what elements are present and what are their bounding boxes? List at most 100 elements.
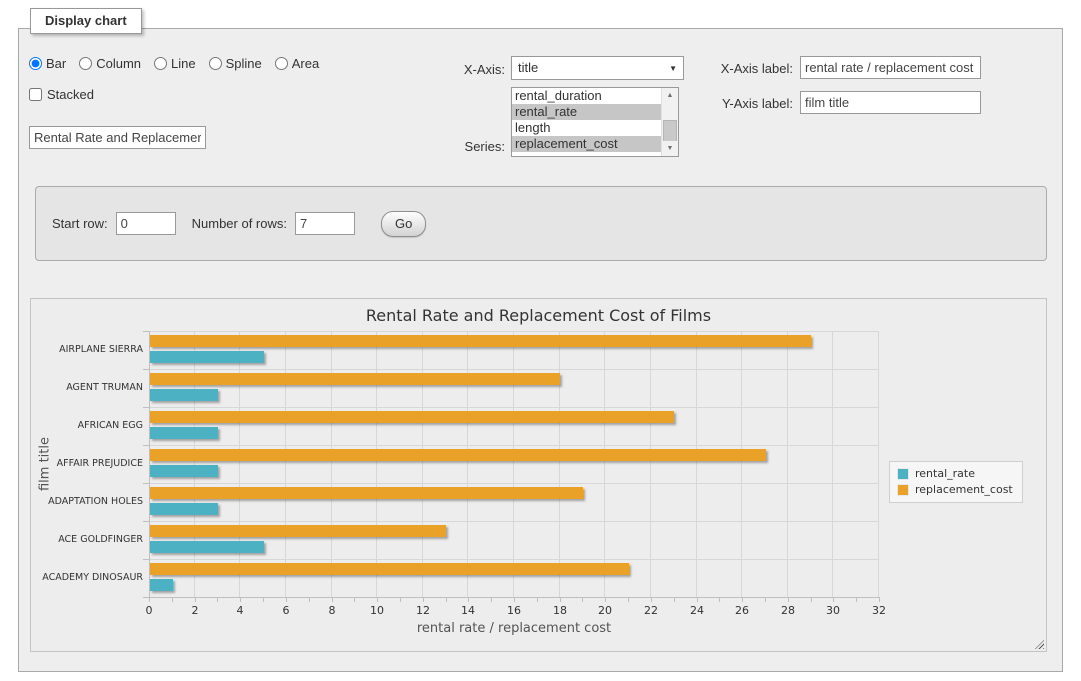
x-axis-minor-tick <box>286 598 287 602</box>
replacement_cost-bar-airplane-sierra[interactable] <box>150 335 811 347</box>
chart-type-radio-bar[interactable] <box>29 57 42 70</box>
replacement_cost-bar-adaptation-holes[interactable] <box>150 487 583 499</box>
x-axis-label-text: X-Axis: <box>455 62 505 77</box>
series-option-rental_duration[interactable]: rental_duration <box>512 88 661 104</box>
gridline-x-28 <box>787 331 788 597</box>
rental_rate-bar-affair-prejudice[interactable] <box>150 465 218 477</box>
replacement_cost-bar-agent-truman[interactable] <box>150 373 560 385</box>
num-rows-label: Number of rows: <box>192 216 287 231</box>
series-label-text: Series: <box>455 139 505 154</box>
replacement_cost-bar-affair-prejudice[interactable] <box>150 449 766 461</box>
y-axis-label-input[interactable] <box>800 91 981 114</box>
panel-title-tab: Display chart <box>30 8 142 34</box>
rental_rate-bar-airplane-sierra[interactable] <box>150 351 264 363</box>
x-axis-minor-tick <box>491 598 492 602</box>
gridline-row-4 <box>149 483 879 484</box>
x-axis-minor-tick <box>514 598 515 602</box>
chart-type-option-area[interactable]: Area <box>275 56 319 71</box>
x-axis-minor-tick <box>788 598 789 602</box>
legend-item-replacement_cost[interactable]: replacement_cost <box>897 483 1013 496</box>
start-row-label: Start row: <box>52 216 108 231</box>
x-tick-label-26: 26 <box>735 604 749 617</box>
chart-type-label-spline: Spline <box>226 56 262 71</box>
scroll-down-icon[interactable]: ▼ <box>662 141 678 156</box>
start-row-input[interactable] <box>116 212 176 235</box>
resize-handle-icon[interactable] <box>1035 640 1044 649</box>
legend-item-rental_rate[interactable]: rental_rate <box>897 467 1013 480</box>
x-axis-minor-tick <box>423 598 424 602</box>
replacement_cost-bar-ace-goldfinger[interactable] <box>150 525 446 537</box>
gridline-x-22 <box>650 331 651 597</box>
chart-type-option-bar[interactable]: Bar <box>29 56 66 71</box>
legend-label-rental_rate: rental_rate <box>915 467 975 480</box>
rows-panel-controls: Start row: Number of rows: Go <box>52 187 426 260</box>
series-option-rental_rate[interactable]: rental_rate <box>512 104 661 120</box>
scrollbar-thumb[interactable] <box>663 120 677 142</box>
chart-container: Rental Rate and Replacement Cost of Film… <box>30 298 1047 652</box>
replacement_cost-bar-academy-dinosaur[interactable] <box>150 563 629 575</box>
gridline-x-26 <box>741 331 742 597</box>
series-option-replacement_cost[interactable]: replacement_cost <box>512 136 661 152</box>
x-axis-minor-tick <box>879 598 880 602</box>
x-tick-label-14: 14 <box>461 604 475 617</box>
rental_rate-bar-adaptation-holes[interactable] <box>150 503 218 515</box>
x-axis-title: rental rate / replacement cost <box>417 621 611 636</box>
stacked-checkbox[interactable] <box>29 88 42 101</box>
x-tick-label-28: 28 <box>781 604 795 617</box>
rental_rate-bar-agent-truman[interactable] <box>150 389 218 401</box>
rental_rate-bar-african-egg[interactable] <box>150 427 218 439</box>
legend-label-replacement_cost: replacement_cost <box>915 483 1013 496</box>
gridline-x-2 <box>194 331 195 597</box>
x-tick-label-22: 22 <box>644 604 658 617</box>
y-axis-title: film title <box>38 437 53 491</box>
go-button[interactable]: Go <box>381 211 426 237</box>
category-label: AGENT TRUMAN <box>66 382 143 393</box>
x-axis-select[interactable]: title ▼ <box>511 56 684 80</box>
stacked-checkbox-row[interactable]: Stacked <box>29 87 94 102</box>
chart-type-label-column: Column <box>96 56 141 71</box>
x-axis-minor-tick <box>263 598 264 602</box>
chart-type-option-column[interactable]: Column <box>79 56 141 71</box>
chart-type-label-area: Area <box>292 56 319 71</box>
chart-type-radio-column[interactable] <box>79 57 92 70</box>
series-listbox-scrollbar[interactable]: ▲ ▼ <box>661 88 678 156</box>
rows-panel: Start row: Number of rows: Go <box>35 186 1047 261</box>
replacement_cost-bar-african-egg[interactable] <box>150 411 674 423</box>
rental_rate-bar-ace-goldfinger[interactable] <box>150 541 264 553</box>
y-axis-tick <box>143 521 149 522</box>
chart-type-radio-area[interactable] <box>275 57 288 70</box>
series-option-length[interactable]: length <box>512 120 661 136</box>
category-label: AFRICAN EGG <box>78 420 143 431</box>
x-tick-label-32: 32 <box>872 604 886 617</box>
x-axis-minor-tick <box>446 598 447 602</box>
chart-title: Rental Rate and Replacement Cost of Film… <box>31 306 1046 325</box>
scroll-up-icon[interactable]: ▲ <box>662 88 678 103</box>
category-label: AFFAIR PREJUDICE <box>57 458 143 469</box>
x-axis-minor-tick <box>856 598 857 602</box>
panel-title: Display chart <box>45 13 127 28</box>
x-axis-minor-tick <box>582 598 583 602</box>
x-axis-minor-tick <box>833 598 834 602</box>
series-listbox[interactable]: rental_durationrental_ratelengthreplacem… <box>511 87 679 157</box>
chart-title-input[interactable] <box>29 126 206 149</box>
rental_rate-bar-academy-dinosaur[interactable] <box>150 579 173 591</box>
gridline-x-6 <box>285 331 286 597</box>
category-label: ACE GOLDFINGER <box>58 534 143 545</box>
x-tick-label-20: 20 <box>598 604 612 617</box>
x-axis-label-input[interactable] <box>800 56 981 79</box>
stacked-label: Stacked <box>47 87 94 102</box>
x-tick-label-4: 4 <box>237 604 244 617</box>
chart-type-option-spline[interactable]: Spline <box>209 56 262 71</box>
x-axis-minor-tick <box>400 598 401 602</box>
gridline-x-30 <box>832 331 833 597</box>
x-axis-minor-tick <box>628 598 629 602</box>
chart-type-radio-line[interactable] <box>154 57 167 70</box>
gridline-row-0 <box>149 331 879 332</box>
chart-type-radio-spline[interactable] <box>209 57 222 70</box>
gridline-row-2 <box>149 407 879 408</box>
category-label: AIRPLANE SIERRA <box>59 344 143 355</box>
num-rows-input[interactable] <box>295 212 355 235</box>
x-axis-minor-tick <box>149 598 150 602</box>
chart-type-option-line[interactable]: Line <box>154 56 196 71</box>
x-axis-minor-tick <box>651 598 652 602</box>
